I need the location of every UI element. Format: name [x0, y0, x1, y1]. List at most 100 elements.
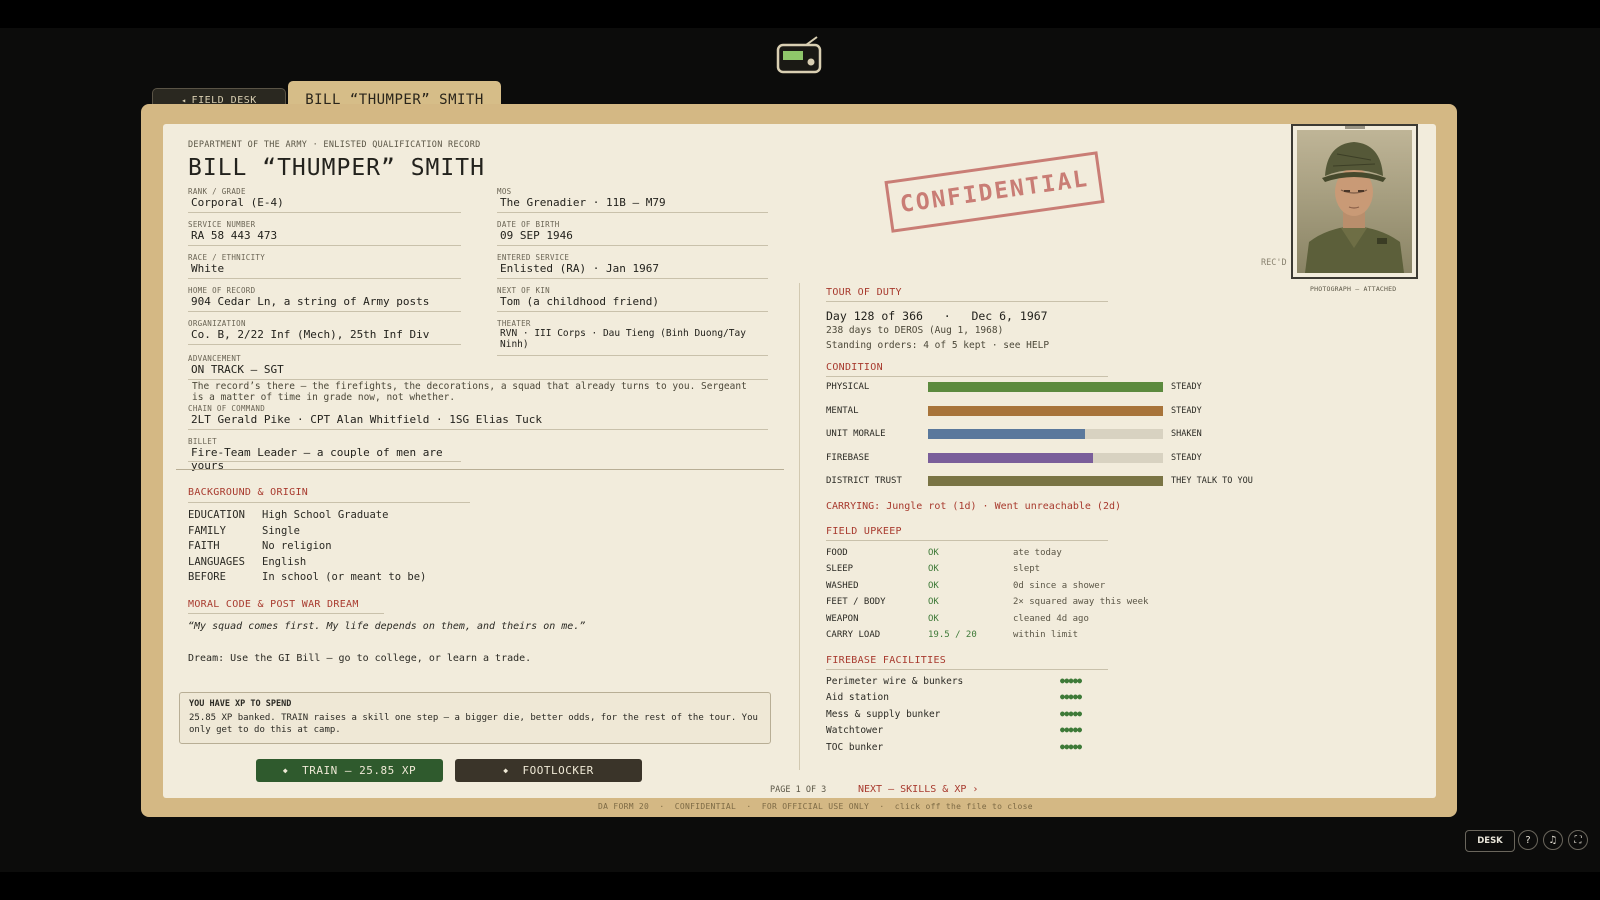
upkeep-note: cleaned 4d ago: [1013, 613, 1089, 624]
soldier-portrait-icon: [1297, 130, 1412, 273]
condition-meter-fill: [928, 405, 1163, 416]
field-value: 904 Cedar Ln, a string of Army posts: [191, 295, 430, 308]
radio-icon[interactable]: [776, 36, 822, 74]
tour-day: Day 128 of 366 · Dec 6, 1967: [826, 309, 1048, 323]
condition-label: MENTAL: [826, 405, 859, 416]
field-chain-of-command: CHAIN OF COMMAND 2LT Gerald Pike · CPT A…: [188, 404, 768, 430]
field-label: NEXT OF KIN: [497, 286, 550, 295]
tour-heading: TOUR OF DUTY: [826, 287, 902, 298]
top-letterbox: [0, 0, 1600, 28]
field-value: Corporal (E-4): [191, 196, 284, 209]
condition-status: THEY TALK TO YOU: [1171, 476, 1253, 486]
field-service-number: SERVICE NUMBER RA 58 443 473: [188, 220, 461, 246]
field-billet: BILLET Fire-Team Leader — a couple of me…: [188, 437, 461, 472]
facility-rating: ●●●●●: [1060, 676, 1082, 685]
upkeep-note: slept: [1013, 564, 1041, 575]
field-home-of-record: HOME OF RECORD 904 Cedar Ln, a string of…: [188, 286, 461, 312]
xp-heading: YOU HAVE XP TO SPEND: [189, 699, 292, 709]
condition-heading: CONDITION: [826, 362, 883, 373]
field-next-of-kin: NEXT OF KIN Tom (a childhood friend): [497, 286, 768, 312]
condition-label: DISTRICT TRUST: [826, 476, 902, 486]
background-row: FAMILY Single: [188, 525, 300, 537]
upkeep-note: within limit: [1013, 630, 1079, 640]
condition-meter-fill: [928, 452, 1093, 463]
background-row: LANGUAGES English: [188, 556, 307, 568]
field-rank: RANK / GRADE Corporal (E-4): [188, 187, 461, 213]
field-race: RACE / ETHNICITY White: [188, 253, 461, 279]
facility-rating: ●●●●●: [1060, 692, 1082, 702]
upkeep-label: WEAPON: [826, 613, 859, 624]
background-heading: BACKGROUND & ORIGIN: [188, 487, 309, 498]
received-mark: REC'D: [1261, 258, 1287, 268]
field-date-of-birth: DATE OF BIRTH 09 SEP 1946: [497, 220, 768, 246]
post-war-dream: Dream: Use the GI Bill — go to college, …: [188, 653, 532, 664]
paper-clip-icon: [1345, 126, 1365, 129]
facility-rating: ●●●●●: [1060, 725, 1082, 735]
condition-label: UNIT MORALE: [826, 429, 886, 439]
music-toggle-button[interactable]: ♫: [1543, 830, 1563, 850]
carrying-status: CARRYING: Jungle rot (1d) · Went unreach…: [826, 501, 1122, 512]
xp-notice: YOU HAVE XP TO SPEND 25.85 XP banked. TR…: [179, 692, 771, 744]
moral-quote: “My squad comes first. My life depends o…: [188, 621, 586, 632]
diamond-icon: ◆: [282, 766, 289, 775]
field-value: RA 58 443 473: [191, 229, 278, 242]
background-row: BEFORE In school (or meant to be): [188, 571, 427, 583]
facility-label: TOC bunker: [826, 741, 884, 753]
condition-status: STEADY: [1171, 405, 1202, 416]
field-label: HOME OF RECORD: [188, 286, 256, 295]
deros-countdown: 238 days to DEROS (Aug 1, 1968): [826, 325, 1004, 336]
field-label: BILLET: [188, 437, 217, 446]
footlocker-label: FOOTLOCKER: [522, 764, 594, 777]
train-label: TRAIN — 25.85 XP: [302, 764, 417, 777]
soldier-photo: [1291, 124, 1418, 279]
upkeep-label: FEET / BODY: [826, 597, 886, 608]
photo-caption: PHOTOGRAPH — ATTACHED: [1310, 285, 1397, 293]
condition-meter: [928, 429, 1163, 439]
upkeep-value: OK: [928, 548, 939, 558]
upkeep-value: OK: [928, 580, 939, 591]
diamond-icon: ◆: [503, 766, 509, 775]
background-row: FAITH No religion: [188, 540, 332, 552]
train-button[interactable]: ◆ TRAIN — 25.85 XP: [256, 759, 443, 782]
upkeep-value: OK: [928, 613, 939, 624]
field-theater: THEATER RVN · III Corps · Dau Tieng (Bin…: [497, 319, 768, 356]
field-entered-service: ENTERED SERVICE Enlisted (RA) · Jan 1967: [497, 253, 768, 279]
field-label: CHAIN OF COMMAND: [188, 404, 266, 413]
footlocker-button[interactable]: ◆ FOOTLOCKER: [455, 759, 642, 782]
standing-orders: Standing orders: 4 of 5 kept · see HELP: [826, 340, 1050, 351]
moral-heading: MORAL CODE & POST WAR DREAM: [188, 599, 359, 610]
field-value: The Grenadier · 11B — M79: [500, 196, 666, 209]
form-footer: DA FORM 20 · CONFIDENTIAL · FOR OFFICIAL…: [598, 802, 1033, 811]
field-value: Tom (a childhood friend): [500, 295, 659, 308]
column-divider: [799, 283, 800, 770]
xp-text: 25.85 XP banked. TRAIN raises a skill on…: [189, 713, 758, 735]
field-value: Enlisted (RA) · Jan 1967: [500, 262, 659, 275]
condition-label: FIREBASE: [826, 452, 870, 463]
field-value: ON TRACK — SGT: [191, 363, 284, 376]
fullscreen-button[interactable]: ⛶: [1568, 830, 1588, 850]
upkeep-note: 2× squared away this week: [1013, 597, 1149, 608]
field-organization: ORGANIZATION Co. B, 2/22 Inf (Mech), 25t…: [188, 319, 461, 345]
help-button[interactable]: ?: [1518, 830, 1538, 850]
field-value: 09 SEP 1946: [500, 229, 573, 242]
next-page-link[interactable]: NEXT — SKILLS & XP ›: [858, 784, 978, 795]
field-label: SERVICE NUMBER: [188, 220, 256, 229]
facility-rating: ●●●●●: [1060, 708, 1082, 718]
upkeep-value: 19.5 / 20: [928, 630, 977, 640]
section-divider: [176, 469, 784, 470]
background-row: EDUCATION High School Graduate: [188, 509, 389, 521]
condition-meter: [928, 382, 1163, 392]
field-value: 2LT Gerald Pike · CPT Alan Whitfield · 1…: [191, 413, 542, 426]
field-value: RVN · III Corps · Dau Tieng (Binh Duong/…: [500, 328, 746, 350]
field-label: RACE / ETHNICITY: [188, 253, 266, 262]
desk-button[interactable]: DESK: [1465, 830, 1515, 852]
condition-meter-fill: [928, 382, 1163, 392]
condition-meter: [928, 405, 1163, 416]
field-label: MOS: [497, 187, 512, 196]
field-label: ORGANIZATION: [188, 319, 246, 328]
facility-label: Aid station: [826, 692, 889, 704]
facility-label: Watchtower: [826, 725, 884, 737]
condition-meter: [928, 452, 1163, 463]
upkeep-label: CARRY LOAD: [826, 630, 881, 640]
advancement-note: The record’s there — the firefights, the…: [192, 381, 747, 403]
